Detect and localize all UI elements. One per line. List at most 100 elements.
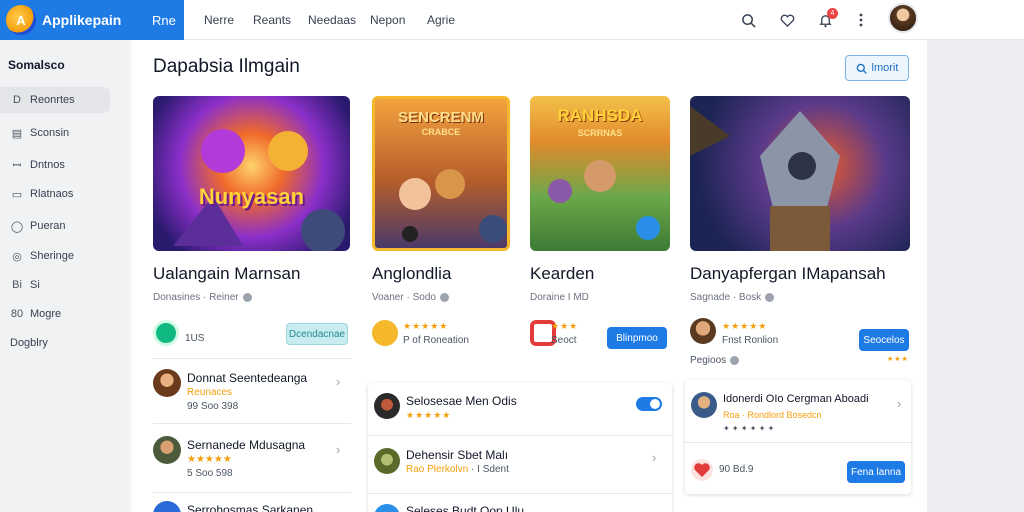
sidebar-item-1[interactable]: D Reonrtes [0, 87, 110, 113]
game-thumbnail[interactable] [690, 96, 910, 251]
sidebar-title: Somalsco [8, 58, 65, 72]
sidebar-item-6[interactable]: ◎ Sheringe [0, 243, 110, 269]
install-button-4[interactable]: Seocelos [859, 329, 909, 351]
nav-tab-3[interactable]: Needaas [308, 0, 356, 40]
info-icon [242, 293, 252, 302]
bell-icon[interactable]: 4 [812, 7, 838, 33]
game-logo-text: RANHSDA [557, 106, 643, 125]
info-icon [439, 293, 449, 302]
notification-badge: 4 [827, 8, 838, 19]
rating-stars: ★★★ [551, 321, 579, 331]
target-icon: ◎ [12, 250, 22, 263]
info-icon [765, 293, 775, 302]
game-title-1[interactable]: Ualangain Marnsan [153, 264, 300, 284]
chevron-right-icon[interactable]: › [652, 450, 656, 465]
sidebar-item-3[interactable]: ꟷ Dntnos [0, 152, 110, 178]
nav-tab-active[interactable]: Rne [128, 0, 184, 40]
nav-tab-4[interactable]: Nepon [370, 0, 405, 40]
app-logo: A [6, 5, 36, 35]
list-item-meta: ✦ ✦ ✦ ✦ ✦ ✦ [723, 424, 775, 433]
game-logo-subtext: SCRRNAS [577, 128, 623, 138]
sidebar-item-label: Sheringe [30, 250, 75, 262]
list-item-sub: Rao Plerkolvn · I Sdent [406, 464, 509, 475]
meta-text: P of Roneation [403, 335, 469, 346]
sidebar-item-label: Si [30, 279, 40, 291]
list-item[interactable]: Seleses Budt Oop Ulu [368, 493, 672, 512]
list-item-title: Idonerdi OIo Cergman Aboadi [723, 393, 869, 405]
game-card-4[interactable] [690, 96, 910, 251]
game-card-3[interactable]: RANHSDA SCRRNAS [530, 96, 670, 251]
nav-tab-1[interactable]: Nerre [204, 0, 234, 40]
meta-text: 1US [185, 333, 205, 344]
game-avatar [374, 504, 400, 512]
install-button-1[interactable]: Dcendacnae [286, 323, 348, 345]
game-sub-4: Sagnade · Bosk [690, 292, 775, 303]
extra-text: Pegioos [690, 355, 740, 366]
game-avatar [153, 369, 181, 397]
search-icon[interactable] [735, 7, 761, 33]
sidebar-item-label: Reonrtes [30, 94, 75, 106]
game-sub-1: Donasines · Reiner [153, 292, 252, 303]
game-logo-text: Nunyasan [198, 184, 305, 209]
list-item[interactable]: Donnat Seentedeanga Reunaces 99 Soo 398 … [153, 358, 351, 423]
user-avatar[interactable] [888, 3, 918, 33]
dev-avatar [372, 320, 398, 346]
sidebar-item-2[interactable]: ▤ Sconsin [0, 120, 110, 146]
meta-text: Fnst Ronlion [722, 335, 779, 346]
nav-tab-5[interactable]: Agrie [427, 0, 455, 40]
toggle-switch[interactable] [636, 397, 662, 411]
rating-stars: ★★★★★ [406, 410, 452, 420]
sidebar-item-9[interactable]: Dogblry [0, 330, 110, 356]
action-button[interactable]: Fena lanna [847, 461, 905, 483]
sidebar-item-7[interactable]: Bi Si [0, 272, 110, 298]
filter-button[interactable]: lmorit [845, 55, 909, 81]
chevron-right-icon[interactable]: › [897, 396, 901, 411]
game-title-3[interactable]: Kearden [530, 264, 594, 284]
list-item[interactable]: Sernanede Mdusagna ★★★★★ 5 Soo 598 › [153, 423, 351, 488]
chevron-right-icon[interactable]: › [336, 442, 340, 457]
game-card-2[interactable]: SENCRENM CRABCE [372, 96, 510, 251]
game-logo-subtext: CRABCE [421, 127, 461, 137]
dev-avatar [690, 318, 716, 344]
sidebar-item-label: Pueran [30, 220, 66, 232]
rating-stars-small: ★★★ [887, 356, 909, 363]
game-sub-3: Doraine I MD [530, 292, 589, 303]
main-panel: Dapabsia Ilmgain lmorit Nunyasan Ualanga… [131, 40, 927, 512]
game-avatar [153, 436, 181, 464]
app-name: Applikepain [42, 12, 122, 28]
game-title-4[interactable]: Danyapfergan IMapansah [690, 264, 886, 284]
list-item[interactable]: Selosesae Men Odis ★★★★★ [368, 383, 672, 435]
sidebar-item-5[interactable]: ◯ Pueran [0, 213, 110, 239]
sidebar-item-4[interactable]: ▭ Rlatnaos [0, 181, 110, 207]
game-art [690, 106, 840, 251]
sidebar-item-8[interactable]: 80 Mogre [0, 301, 110, 327]
game-thumbnail[interactable]: Nunyasan [153, 96, 350, 251]
dev-avatar [153, 320, 179, 346]
heart-icon[interactable] [774, 7, 800, 33]
game-logo-text: SENCRENM [398, 109, 484, 126]
chevron-right-icon[interactable]: › [336, 374, 340, 389]
brand[interactable]: A Applikepain [0, 0, 128, 40]
game-thumbnail[interactable]: RANHSDA SCRRNAS [530, 96, 670, 251]
list-item-meta: 90 Bd.9 [719, 464, 754, 475]
install-button-3[interactable]: Blinpmoo [607, 327, 667, 349]
game-avatar [374, 393, 400, 419]
nav-tab-2[interactable]: Reants [253, 0, 291, 40]
folder-icon: ▭ [11, 188, 23, 201]
list-item[interactable]: Dehensir Sbet Malı Rao Plerkolvn · I Sde… [368, 435, 672, 493]
list-item[interactable]: Idonerdi OIo Cergman Aboadi Roa · Rondlo… [685, 380, 911, 442]
sidebar-item-label: Mogre [30, 308, 62, 320]
list-item-title: Serrohosmas Sarkanen [187, 503, 314, 512]
info-icon [730, 356, 740, 365]
list-item[interactable]: 90 Bd.9 Fena lanna [685, 442, 911, 494]
list-item-meta: 99 Soo 398 [187, 401, 239, 412]
game-card-1[interactable]: Nunyasan [153, 96, 350, 251]
list-panel: Selosesae Men Odis ★★★★★ Dehensir Sbet M… [368, 383, 672, 512]
game-title-2[interactable]: Anglondlia [372, 264, 451, 284]
more-icon[interactable] [848, 7, 874, 33]
game-thumbnail[interactable]: SENCRENM CRABCE [372, 96, 510, 251]
list-item[interactable]: Serrohosmas Sarkanen [153, 492, 351, 512]
game-avatar [374, 448, 400, 474]
sidebar-item-label: Rlatnaos [30, 188, 74, 200]
search-icon [856, 63, 867, 74]
